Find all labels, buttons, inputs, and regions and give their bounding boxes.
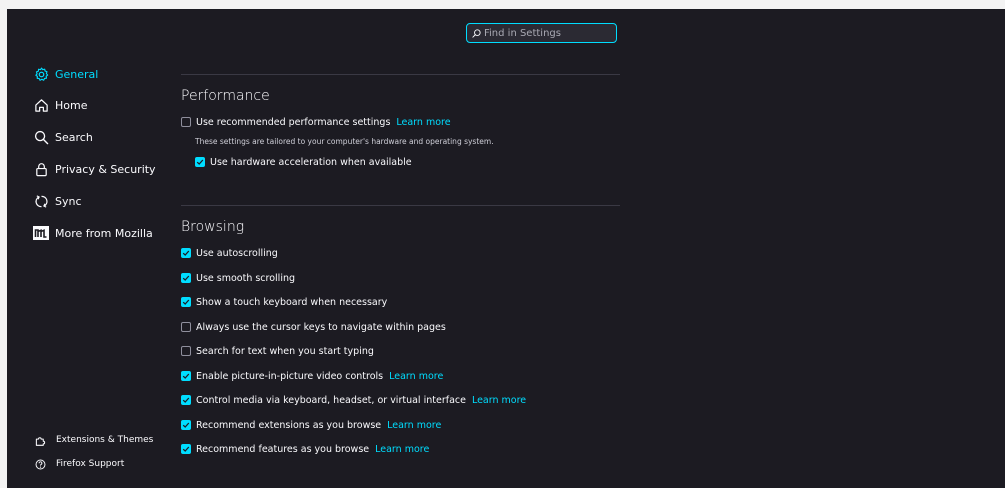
control-media-checkbox[interactable] [181, 395, 191, 405]
recommend-extensions-checkbox[interactable] [181, 420, 191, 430]
option-label[interactable]: Use recommended performance settings [196, 117, 390, 128]
option-label[interactable]: Enable picture-in-picture video controls [196, 371, 383, 382]
touch-keyboard-option: Show a touch keyboard when necessary [181, 295, 387, 309]
sidebar-item-more-from-mozilla[interactable]: More from Mozilla [33, 223, 153, 243]
option-label[interactable]: Always use the cursor keys to navigate w… [196, 322, 446, 333]
sidebar-item-home[interactable]: Home [33, 95, 87, 115]
mozilla-logo-icon [33, 225, 49, 241]
recommended-performance-option: Use recommended performance settings Lea… [181, 115, 451, 129]
search-input[interactable] [481, 27, 604, 39]
settings-window: General Home Search [7, 9, 1005, 488]
sidebar-item-sync[interactable]: Sync [33, 191, 82, 211]
control-media-option: Control media via keyboard, headset, or … [181, 393, 526, 407]
sidebar-item-label: More from Mozilla [55, 226, 153, 240]
learn-more-link[interactable]: Learn more [387, 420, 441, 431]
learn-more-link[interactable]: Learn more [396, 117, 450, 128]
recommend-extensions-option: Recommend extensions as you browse Learn… [181, 418, 441, 432]
sidebar-item-label: Search [55, 130, 93, 144]
checkmark-icon [182, 373, 190, 379]
sidebar-item-search[interactable]: Search [33, 127, 93, 147]
checkmark-icon [182, 299, 190, 305]
home-icon [33, 97, 49, 113]
sync-icon [33, 193, 49, 209]
section-divider [181, 205, 620, 206]
checkmark-icon [182, 397, 190, 403]
learn-more-link[interactable]: Learn more [375, 444, 429, 455]
cursor-keys-option: Always use the cursor keys to navigate w… [181, 320, 446, 334]
checkmark-icon [182, 250, 190, 256]
help-icon [34, 458, 46, 470]
option-label[interactable]: Use smooth scrolling [196, 273, 295, 284]
checkmark-icon [182, 446, 190, 452]
option-label[interactable]: Use hardware acceleration when available [210, 157, 412, 168]
sidebar-item-privacy[interactable]: Privacy & Security [33, 159, 156, 179]
checkmark-icon [196, 159, 204, 165]
touch-keyboard-checkbox[interactable] [181, 297, 191, 307]
firefox-support-link[interactable]: Firefox Support [34, 456, 124, 472]
sidebar-item-label: Privacy & Security [55, 162, 156, 176]
extensions-themes-link[interactable]: Extensions & Themes [34, 432, 153, 448]
lock-icon [33, 161, 49, 177]
checkmark-icon [182, 275, 190, 281]
smooth-scrolling-checkbox[interactable] [181, 273, 191, 283]
sidebar-item-label: General [55, 67, 99, 81]
gear-icon [33, 66, 49, 82]
search-when-typing-option: Search for text when you start typing [181, 344, 374, 358]
recommended-performance-checkbox[interactable] [181, 117, 191, 127]
search-when-typing-checkbox[interactable] [181, 346, 191, 356]
section-divider [181, 74, 620, 75]
hardware-acceleration-option: Use hardware acceleration when available [195, 155, 412, 169]
find-in-settings-box[interactable] [466, 23, 617, 43]
option-label[interactable]: Use autoscrolling [196, 248, 278, 259]
smooth-scrolling-option: Use smooth scrolling [181, 271, 295, 285]
option-label[interactable]: Show a touch keyboard when necessary [196, 297, 387, 308]
autoscrolling-checkbox[interactable] [181, 248, 191, 258]
recommend-features-option: Recommend features as you browse Learn m… [181, 442, 429, 456]
picture-in-picture-option: Enable picture-in-picture video controls… [181, 369, 443, 383]
option-label[interactable]: Control media via keyboard, headset, or … [196, 395, 466, 406]
browsing-heading: Browsing [181, 219, 245, 235]
option-label[interactable]: Recommend extensions as you browse [196, 420, 381, 431]
option-label[interactable]: Recommend features as you browse [196, 444, 369, 455]
cursor-keys-checkbox[interactable] [181, 322, 191, 332]
puzzle-piece-icon [34, 434, 46, 446]
sidebar-item-general[interactable]: General [33, 64, 98, 84]
checkmark-icon [182, 422, 190, 428]
picture-in-picture-checkbox[interactable] [181, 371, 191, 381]
learn-more-link[interactable]: Learn more [389, 371, 443, 382]
sidebar-item-label: Sync [55, 194, 82, 208]
performance-description: These settings are tailored to your comp… [195, 137, 494, 146]
footer-item-label: Firefox Support [56, 459, 125, 469]
autoscrolling-option: Use autoscrolling [181, 246, 278, 260]
performance-heading: Performance [181, 88, 270, 104]
hardware-acceleration-checkbox[interactable] [195, 157, 205, 167]
learn-more-link[interactable]: Learn more [472, 395, 526, 406]
footer-item-label: Extensions & Themes [56, 435, 154, 445]
search-icon [472, 28, 481, 38]
recommend-features-checkbox[interactable] [181, 444, 191, 454]
search-icon [33, 129, 49, 145]
sidebar-item-label: Home [55, 98, 88, 112]
option-label[interactable]: Search for text when you start typing [196, 346, 374, 357]
